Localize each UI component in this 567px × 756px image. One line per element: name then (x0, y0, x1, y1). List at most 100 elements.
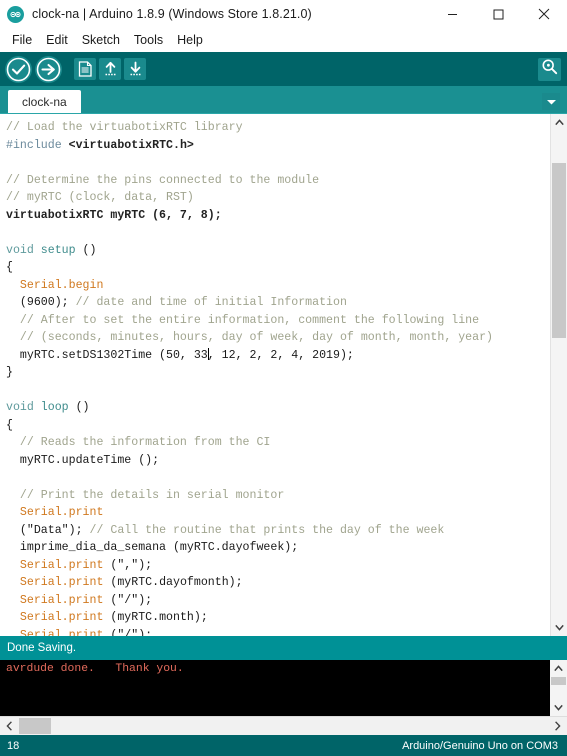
code-token: void (6, 401, 41, 414)
code-token: () (82, 243, 97, 257)
code-line: imprime_dia_da_semana (myRTC.dayofweek); (6, 539, 550, 557)
console-horizontal-scrollbar[interactable] (0, 716, 567, 735)
console-scroll-track[interactable] (550, 677, 567, 699)
arrow-right-icon (36, 57, 61, 82)
code-editor[interactable]: // Load the virtuabotixRTC library #inclu… (0, 114, 550, 636)
code-token: (myRTC.month); (110, 611, 208, 624)
code-token: Serial.print (6, 506, 104, 519)
window-controls (429, 0, 567, 28)
code-token: myRTC.setDS1302Time (50, 33 (6, 348, 208, 362)
code-line: { (6, 259, 550, 277)
magnifier-icon (541, 58, 558, 80)
code-line: Serial.print (myRTC.month); (6, 609, 550, 627)
code-token: // Determine the pins connected to the m… (6, 173, 320, 187)
verify-button[interactable] (5, 55, 32, 83)
code-token: , 12, 2, 2, 4, 2019); (207, 348, 354, 362)
code-line: void loop () (6, 399, 550, 417)
code-line: myRTC.updateTime (); (6, 452, 550, 470)
horizontal-scroll-track[interactable] (19, 717, 548, 736)
code-line: Serial.print (","); (6, 557, 550, 575)
code-token: // myRTC (clock, data, RST) (6, 191, 194, 204)
arduino-ide-window: clock-na | Arduino 1.8.9 (Windows Store … (0, 0, 567, 756)
status-message: Done Saving. (0, 636, 567, 660)
scroll-up-button[interactable] (551, 114, 567, 131)
toolbar (0, 52, 567, 86)
tab-menu-button[interactable] (542, 93, 560, 110)
editor-vertical-scrollbar[interactable] (550, 114, 567, 636)
scroll-down-button[interactable] (551, 619, 567, 636)
code-token: // After to set the entire information, … (6, 313, 480, 327)
code-token: #include (6, 138, 69, 152)
arrow-down-icon (128, 61, 143, 77)
upload-button[interactable] (35, 55, 62, 83)
tab-clock-na[interactable]: clock-na (8, 90, 81, 113)
code-line: // Determine the pins connected to the m… (6, 172, 550, 190)
console-vertical-scrollbar[interactable] (550, 660, 567, 716)
code-line: // After to set the entire information, … (6, 312, 550, 330)
code-line: } (6, 364, 550, 382)
code-line: Serial.print ("/"); (6, 592, 550, 610)
code-line: Serial.begin (6, 277, 550, 295)
menu-item-file[interactable]: File (5, 31, 39, 49)
save-button[interactable] (124, 58, 146, 80)
menu-item-sketch[interactable]: Sketch (75, 31, 127, 49)
code-token: } (6, 366, 13, 379)
menu-item-tools[interactable]: Tools (127, 31, 170, 49)
code-token: ("/"); (110, 628, 153, 637)
scroll-left-button[interactable] (0, 717, 19, 736)
new-document-icon (78, 61, 93, 77)
console-output[interactable]: avrdude done. Thank you. (0, 660, 550, 716)
menu-bar: File Edit Sketch Tools Help (0, 28, 567, 52)
open-button[interactable] (99, 58, 121, 80)
close-button[interactable] (521, 0, 567, 28)
code-token: setup (40, 243, 83, 257)
scroll-right-button[interactable] (548, 717, 567, 736)
chevron-down-icon (546, 93, 557, 111)
code-token: (9600); (6, 296, 76, 309)
new-button[interactable] (74, 58, 96, 80)
menu-item-help[interactable]: Help (170, 31, 210, 49)
code-line: Serial.print ("/"); (6, 627, 550, 637)
minimize-button[interactable] (429, 0, 475, 28)
code-line: Serial.print (6, 504, 550, 522)
editor-area: // Load the virtuabotixRTC library #inclu… (0, 113, 567, 636)
console-scroll-up-button[interactable] (550, 660, 567, 677)
code-token: loop (40, 401, 76, 414)
code-token: // Reads the information from the CI (6, 436, 271, 449)
code-token: // Load the virtuabotixRTC library (6, 121, 243, 134)
console-scroll-down-button[interactable] (550, 699, 567, 716)
code-token: Serial.print (6, 611, 111, 624)
editor-scroll-track[interactable] (551, 131, 567, 619)
code-line: // myRTC (clock, data, RST) (6, 189, 550, 207)
console-scroll-thumb[interactable] (551, 677, 566, 685)
code-token: Serial.print (6, 593, 111, 607)
status-bar: 18 Arduino/Genuino Uno on COM3 (0, 735, 567, 756)
code-token: // Call the routine that prints the day … (89, 523, 445, 537)
code-token: (","); (110, 558, 153, 572)
horizontal-scroll-thumb[interactable] (19, 717, 51, 734)
code-token: () (75, 401, 90, 414)
code-token: // date and time of initial Information (75, 296, 347, 309)
serial-monitor-button[interactable] (538, 57, 561, 81)
code-token: (myRTC.dayofmonth); (110, 576, 243, 589)
code-line: (9600); // date and time of initial Info… (6, 294, 550, 312)
code-token: void (6, 243, 41, 257)
code-line: // Load the virtuabotixRTC library (6, 119, 550, 137)
code-line: // Print the details in serial monitor (6, 487, 550, 505)
code-token: Serial.print (6, 576, 111, 589)
code-token: virtuabotixRTC myRTC (6, 7, 8); (6, 208, 222, 222)
console-area: avrdude done. Thank you. (0, 660, 567, 716)
board-info: Arduino/Genuino Uno on COM3 (402, 739, 558, 752)
code-token: imprime_dia_da_semana (myRTC.dayofweek); (6, 541, 299, 554)
code-token: // (seconds, minutes, hours, day of week… (6, 331, 494, 344)
maximize-button[interactable] (475, 0, 521, 28)
code-line: myRTC.setDS1302Time (50, 33, 12, 2, 2, 4… (6, 347, 550, 365)
arduino-logo-icon (7, 5, 24, 23)
code-token: // Print the details in serial monitor (6, 488, 285, 502)
menu-item-edit[interactable]: Edit (39, 31, 75, 49)
checkmark-icon (6, 57, 31, 82)
editor-scroll-thumb[interactable] (552, 163, 566, 338)
